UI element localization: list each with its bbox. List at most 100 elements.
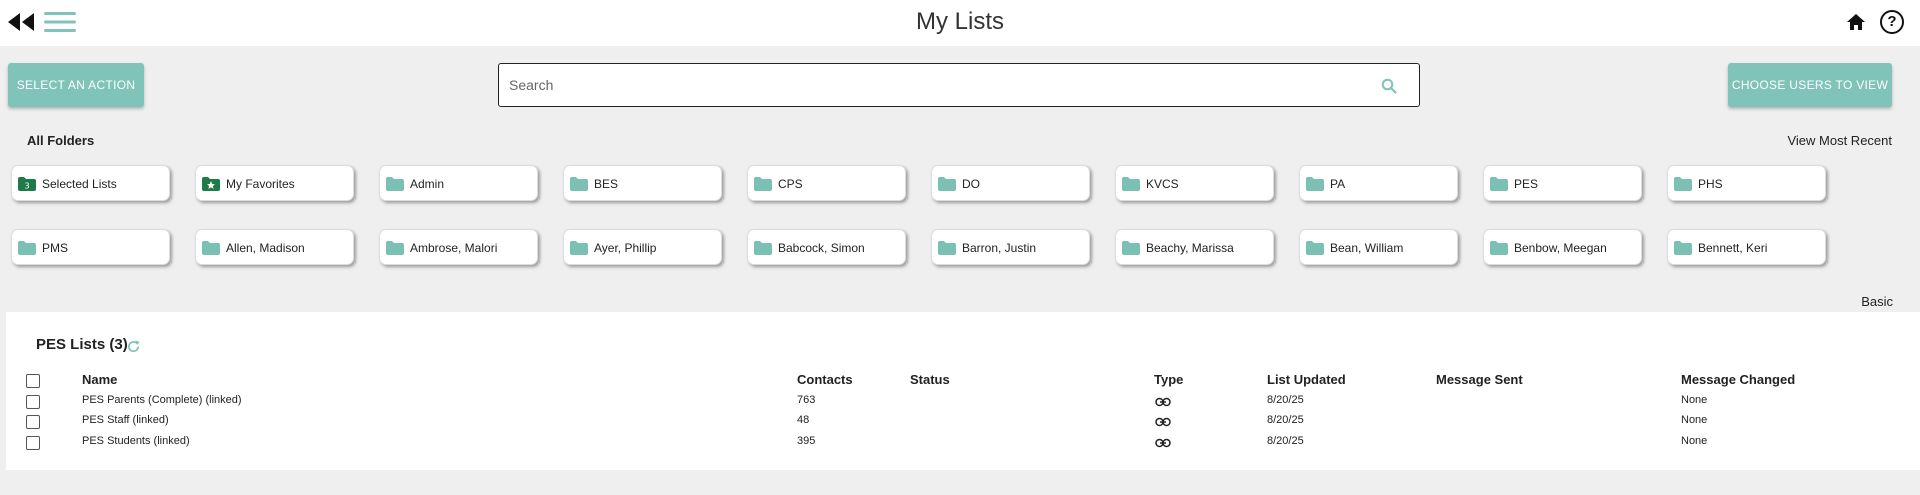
row-message-changed: None bbox=[1681, 435, 1708, 447]
folder-selected-lists[interactable]: 3 Selected Lists bbox=[11, 165, 170, 201]
top-bar: My Lists ? bbox=[0, 0, 1920, 46]
folder-do[interactable]: DO bbox=[931, 165, 1090, 201]
column-header-message-changed[interactable]: Message Changed bbox=[1681, 372, 1795, 387]
row-message-changed: None bbox=[1681, 414, 1708, 426]
folder-beachy-marissa[interactable]: Beachy, Marissa bbox=[1115, 229, 1274, 265]
folder-allen-madison[interactable]: Allen, Madison bbox=[195, 229, 354, 265]
folder-barron-justin[interactable]: Barron, Justin bbox=[931, 229, 1090, 265]
folder-label: Bennett, Keri bbox=[1698, 241, 1768, 255]
row-contacts: 48 bbox=[797, 414, 810, 426]
folder-label: My Favorites bbox=[226, 177, 295, 191]
folder-label: DO bbox=[962, 177, 980, 191]
row-list-updated: 8/20/25 bbox=[1267, 414, 1304, 426]
column-header-type[interactable]: Type bbox=[1154, 372, 1183, 387]
folder-pms[interactable]: PMS bbox=[11, 229, 170, 265]
folder-bes[interactable]: BES bbox=[563, 165, 722, 201]
folder-label: Bean, William bbox=[1330, 241, 1404, 255]
choose-users-button[interactable]: CHOOSE USERS TO VIEW bbox=[1728, 63, 1892, 107]
folder-bean-william[interactable]: Bean, William bbox=[1299, 229, 1458, 265]
column-header-status[interactable]: Status bbox=[910, 372, 950, 387]
search-input[interactable] bbox=[509, 72, 1369, 98]
folder-icon bbox=[938, 241, 956, 255]
row-contacts: 763 bbox=[797, 394, 816, 406]
folder-babcock-simon[interactable]: Babcock, Simon bbox=[747, 229, 906, 265]
folder-icon bbox=[1674, 177, 1692, 191]
folder-ayer-phillip[interactable]: Ayer, Phillip bbox=[563, 229, 722, 265]
search-box bbox=[498, 63, 1420, 107]
folder-label: Ambrose, Malori bbox=[410, 241, 498, 255]
help-icon[interactable]: ? bbox=[1880, 10, 1904, 34]
folder-icon bbox=[570, 241, 588, 255]
lists-panel: PES Lists (3) Name Contacts Status Type … bbox=[6, 312, 1920, 470]
folder-ambrose-malori[interactable]: Ambrose, Malori bbox=[379, 229, 538, 265]
folder-label: Ayer, Phillip bbox=[594, 241, 657, 255]
folder-label: Selected Lists bbox=[42, 177, 117, 191]
folder-icon bbox=[570, 177, 588, 191]
folder-icon bbox=[754, 241, 772, 255]
row-name[interactable]: PES Staff (linked) bbox=[82, 414, 169, 426]
folder-icon bbox=[1674, 241, 1692, 255]
folder-icon bbox=[386, 241, 404, 255]
folder-my-favorites[interactable]: My Favorites bbox=[195, 165, 354, 201]
svg-text:3: 3 bbox=[24, 182, 29, 191]
lists-title: PES Lists (3) bbox=[36, 336, 128, 353]
folder-icon bbox=[938, 177, 956, 191]
folder-cps[interactable]: CPS bbox=[747, 165, 906, 201]
row-checkbox[interactable] bbox=[26, 415, 40, 429]
folder-label: PES bbox=[1514, 177, 1539, 191]
row-checkbox[interactable] bbox=[26, 395, 40, 409]
folder-kvcs[interactable]: KVCS bbox=[1115, 165, 1274, 201]
folder-icon bbox=[1122, 241, 1140, 255]
folder-benbow-meegan[interactable]: Benbow, Meegan bbox=[1483, 229, 1642, 265]
folder-label: PHS bbox=[1698, 177, 1723, 191]
column-header-message-sent[interactable]: Message Sent bbox=[1436, 372, 1523, 387]
column-header-contacts[interactable]: Contacts bbox=[797, 372, 853, 387]
select-all-checkbox[interactable] bbox=[26, 374, 40, 388]
folder-icon bbox=[386, 177, 404, 191]
folder-label: Babcock, Simon bbox=[778, 241, 865, 255]
refresh-icon[interactable] bbox=[126, 339, 141, 354]
search-icon[interactable] bbox=[1381, 78, 1397, 94]
folder-label: Beachy, Marissa bbox=[1146, 241, 1234, 255]
link-icon bbox=[1155, 438, 1171, 448]
folder-label: Barron, Justin bbox=[962, 241, 1037, 255]
folder-label: Benbow, Meegan bbox=[1514, 241, 1607, 255]
column-header-list-updated[interactable]: List Updated bbox=[1267, 372, 1346, 387]
folder-label: CPS bbox=[778, 177, 803, 191]
row-contacts: 395 bbox=[797, 435, 816, 447]
folder-label: BES bbox=[594, 177, 619, 191]
folder-icon bbox=[1490, 177, 1508, 191]
row-list-updated: 8/20/25 bbox=[1267, 435, 1304, 447]
folder-label: KVCS bbox=[1146, 177, 1179, 191]
view-mode-toggle[interactable]: Basic bbox=[1861, 294, 1893, 309]
row-name[interactable]: PES Parents (Complete) (linked) bbox=[82, 394, 242, 406]
folder-label: PMS bbox=[42, 241, 69, 255]
folder-pa[interactable]: PA bbox=[1299, 165, 1458, 201]
select-action-button[interactable]: SELECT AN ACTION bbox=[8, 63, 144, 107]
view-most-recent-link[interactable]: View Most Recent bbox=[1787, 133, 1892, 148]
folder-icon bbox=[18, 241, 36, 255]
folder-icon bbox=[1306, 177, 1324, 191]
folder-icon bbox=[1122, 177, 1140, 191]
favorites-folder-icon bbox=[202, 177, 220, 191]
folder-icon bbox=[202, 241, 220, 255]
folder-bennett-keri[interactable]: Bennett, Keri bbox=[1667, 229, 1826, 265]
page-title: My Lists bbox=[915, 8, 1004, 35]
folder-icon bbox=[1490, 241, 1508, 255]
row-name[interactable]: PES Students (linked) bbox=[82, 435, 190, 447]
row-list-updated: 8/20/25 bbox=[1267, 394, 1304, 406]
row-message-changed: None bbox=[1681, 394, 1708, 406]
column-header-name[interactable]: Name bbox=[82, 372, 117, 387]
folder-admin[interactable]: Admin bbox=[379, 165, 538, 201]
link-icon bbox=[1155, 397, 1171, 407]
folder-icon bbox=[1306, 241, 1324, 255]
folder-label: PA bbox=[1330, 177, 1346, 191]
folder-pes[interactable]: PES bbox=[1483, 165, 1642, 201]
link-icon bbox=[1155, 417, 1171, 427]
home-icon[interactable] bbox=[1846, 12, 1866, 32]
row-checkbox[interactable] bbox=[26, 436, 40, 450]
folder-label: Admin bbox=[410, 177, 445, 191]
folder-phs[interactable]: PHS bbox=[1667, 165, 1826, 201]
folder-label: Allen, Madison bbox=[226, 241, 305, 255]
selected-folder-icon: 3 bbox=[18, 177, 36, 191]
